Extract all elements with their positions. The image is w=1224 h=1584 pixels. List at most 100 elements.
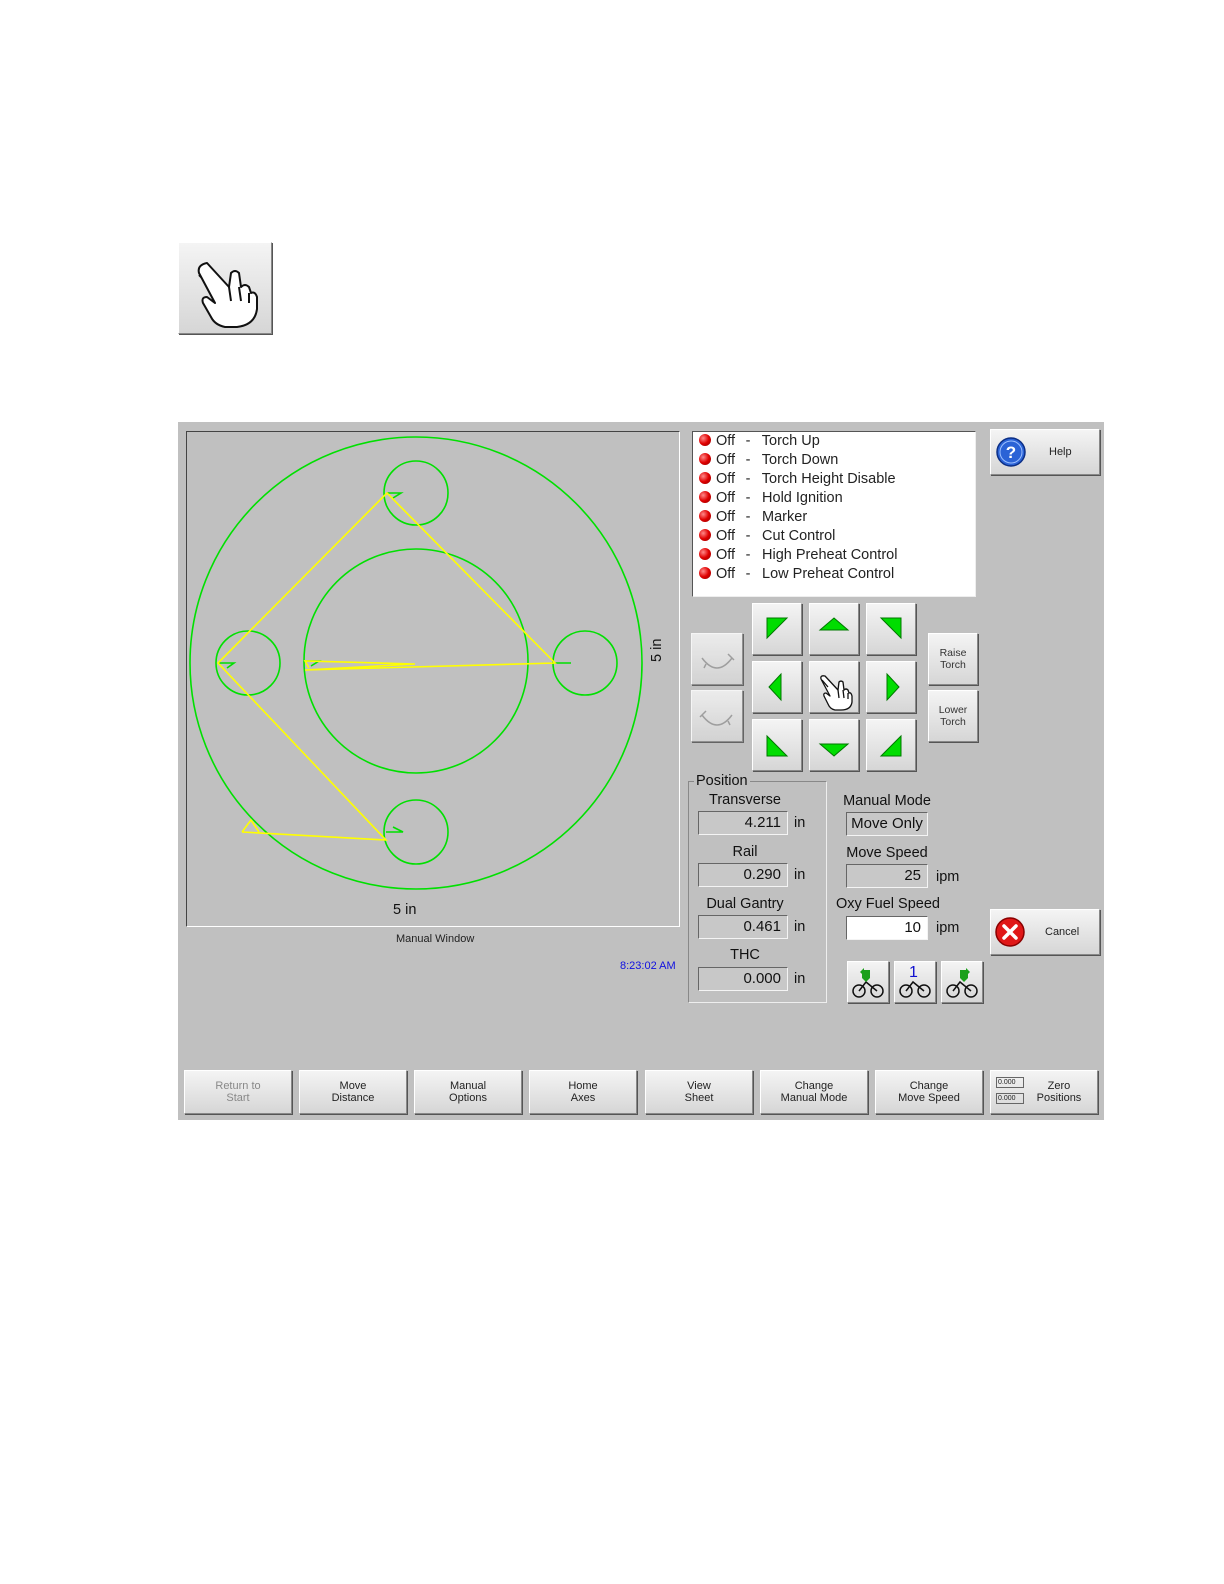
- softkey-line1: View: [687, 1080, 711, 1092]
- change-move-speed-button[interactable]: Change Move Speed: [875, 1070, 983, 1114]
- arrow-up-icon: [818, 617, 850, 631]
- outer-circle: [189, 436, 643, 890]
- thc-label: THC: [730, 947, 760, 963]
- io-status-list: Off - Torch Up Off - Torch Down Off - Torch…: [692, 431, 976, 597]
- zero-positions-icon: 0.000 0.000: [996, 1077, 1024, 1104]
- jog-down-button[interactable]: [809, 719, 859, 771]
- jog-down-left-button[interactable]: [752, 719, 802, 771]
- y-dimension-label: 5 in: [649, 638, 665, 662]
- step-backward-button[interactable]: [691, 690, 743, 742]
- arrow-down-icon: [818, 743, 850, 757]
- station-number: 1: [909, 964, 918, 981]
- arrow-up-left-icon: [766, 617, 789, 640]
- svg-text:?: ?: [1006, 443, 1016, 462]
- position-title: Position: [694, 773, 750, 789]
- clock-time: 8:23:02 AM: [620, 960, 676, 972]
- traverse-path: [216, 491, 557, 841]
- transverse-unit: in: [794, 815, 806, 831]
- rail-label: Rail: [732, 844, 758, 860]
- status-led-icon: [699, 510, 711, 522]
- lower-torch-line1: Lower: [938, 704, 968, 716]
- lower-torch-button[interactable]: Lower Torch: [928, 690, 978, 742]
- softkey-line2: Distance: [331, 1092, 375, 1104]
- jog-right-button[interactable]: [866, 661, 916, 713]
- path-step-back-icon: [699, 710, 733, 726]
- move-speed-unit: ipm: [936, 869, 960, 885]
- softkey-line2: Sheet: [684, 1092, 714, 1104]
- change-manual-mode-button[interactable]: Change Manual Mode: [760, 1070, 868, 1114]
- io-row-high-preheat: Off - High Preheat Control: [699, 547, 897, 566]
- oxy-fuel-speed-label: Oxy Fuel Speed: [836, 896, 940, 912]
- raise-torch-line2: Torch: [940, 659, 966, 671]
- softkey-line1: Zero: [1047, 1080, 1071, 1092]
- help-button[interactable]: ? Help: [990, 429, 1100, 475]
- lower-torch-line2: Torch: [940, 716, 966, 728]
- help-icon: ?: [996, 437, 1026, 467]
- raise-torch-button[interactable]: Raise Torch: [928, 633, 978, 685]
- home-axes-button[interactable]: Home Axes: [529, 1070, 637, 1114]
- rail-unit: in: [794, 867, 806, 883]
- jog-left-button[interactable]: [752, 661, 802, 713]
- cancel-icon: [995, 917, 1025, 947]
- x-dimension-label: 5 in: [393, 902, 417, 918]
- zero-icon-value: 0.000: [996, 1093, 1024, 1104]
- step-forward-button[interactable]: [691, 633, 743, 685]
- cancel-button[interactable]: Cancel: [990, 909, 1100, 955]
- zero-icon-value: 0.000: [996, 1077, 1024, 1088]
- io-row-cut-control: Off - Cut Control: [699, 528, 835, 547]
- arrow-down-right-icon: [879, 734, 902, 757]
- move-distance-button[interactable]: Move Distance: [299, 1070, 407, 1114]
- io-row-marker: Off - Marker: [699, 509, 807, 528]
- return-to-start-button[interactable]: Return to Start: [184, 1070, 292, 1114]
- dual-gantry-unit: in: [794, 919, 806, 935]
- softkey-line1: Change: [794, 1080, 834, 1092]
- io-row-low-preheat: Off - Low Preheat Control: [699, 566, 894, 585]
- oxy-fuel-speed-unit: ipm: [936, 920, 960, 936]
- move-speed-value: 25: [846, 864, 928, 888]
- manual-window-caption: Manual Window: [396, 933, 475, 945]
- oxy-fuel-speed-input[interactable]: 10: [846, 916, 928, 940]
- softkey-line2: Manual Mode: [780, 1092, 848, 1104]
- path-step-icon: [701, 653, 735, 669]
- status-led-icon: [699, 453, 711, 465]
- jog-down-right-button[interactable]: [866, 719, 916, 771]
- io-row-torch-up: Off - Torch Up: [699, 433, 820, 452]
- jog-up-left-button[interactable]: [752, 603, 802, 655]
- status-led-icon: [699, 434, 711, 446]
- arrow-right-icon: [886, 672, 900, 702]
- softkey-line1: Manual: [449, 1080, 487, 1092]
- status-led-icon: [699, 548, 711, 560]
- manual-screen: 5 in 5 in Manual Window 8:23:02 AM Off - …: [178, 422, 1104, 1120]
- jog-up-right-button[interactable]: [866, 603, 916, 655]
- thc-unit: in: [794, 971, 806, 987]
- manual-mode-button[interactable]: [178, 242, 272, 334]
- softkey-line1: Change: [909, 1080, 949, 1092]
- io-row-torch-down: Off - Torch Down: [699, 452, 838, 471]
- jog-up-button[interactable]: [809, 603, 859, 655]
- manual-options-button[interactable]: Manual Options: [414, 1070, 522, 1114]
- move-speed-label: Move Speed: [846, 845, 928, 861]
- zero-positions-button[interactable]: 0.000 0.000 Zero Positions: [990, 1070, 1098, 1114]
- view-sheet-button[interactable]: View Sheet: [645, 1070, 753, 1114]
- raise-torch-line1: Raise: [939, 647, 967, 659]
- center-hole: [303, 548, 529, 774]
- station-previous-icon: [852, 968, 884, 998]
- transverse-value: 4.211: [698, 811, 788, 835]
- softkey-line2: Move Speed: [898, 1092, 960, 1104]
- station-next-button[interactable]: [941, 961, 983, 1003]
- manual-window: 5 in 5 in: [186, 431, 680, 927]
- station-previous-button[interactable]: [847, 961, 889, 1003]
- io-row-hold-ignition: Off - Hold Ignition: [699, 490, 843, 509]
- transverse-label: Transverse: [709, 792, 781, 808]
- rail-value: 0.290: [698, 863, 788, 887]
- jog-center-button[interactable]: [809, 661, 859, 713]
- hand-pointer-icon: [197, 262, 258, 328]
- status-led-icon: [699, 567, 711, 579]
- arrow-down-left-icon: [766, 734, 789, 757]
- station-next-icon: [946, 968, 978, 998]
- softkey-line1: Move: [339, 1080, 367, 1092]
- dual-gantry-label: Dual Gantry: [706, 896, 784, 912]
- arrow-up-right-icon: [879, 617, 902, 640]
- softkey-line1: Home: [568, 1080, 598, 1092]
- station-number-button[interactable]: 1: [894, 961, 936, 1003]
